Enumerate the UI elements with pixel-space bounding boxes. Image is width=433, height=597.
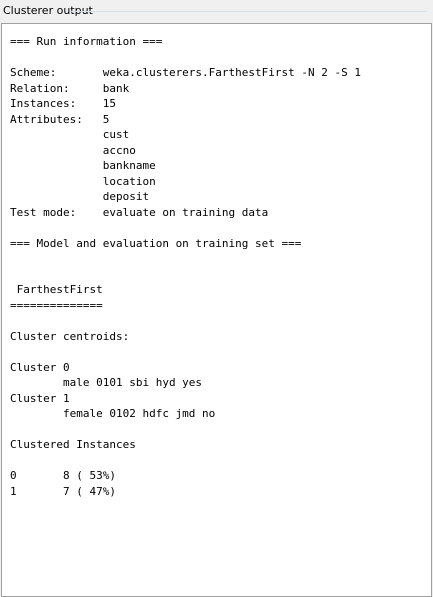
output-line: ============== [10, 298, 103, 312]
output-line: bankname [10, 159, 156, 172]
output-line: Cluster 1 [10, 391, 70, 405]
panel-border-line [70, 11, 427, 12]
output-line: Cluster 0 [10, 360, 70, 374]
output-line: Instances: 15 [10, 97, 116, 110]
output-line: Clustered Instances [10, 438, 136, 451]
output-line: cust [10, 128, 130, 141]
output-line: location [10, 174, 156, 188]
output-line: accno [10, 143, 136, 157]
output-line: female 0102 hdfc jmd no [10, 407, 216, 420]
clusterer-output-panel: Clusterer output === Run information ===… [0, 0, 433, 597]
clusterer-output-textarea[interactable]: === Run information === Scheme: weka.clu… [1, 23, 432, 597]
output-line: === Model and evaluation on training set… [10, 236, 302, 250]
output-line: Test mode: evaluate on training data [10, 205, 269, 219]
output-line: 1 7 ( 47%) [10, 484, 116, 498]
output-line: Attributes: 5 [10, 112, 110, 126]
output-line: Scheme: weka.clusterers.FarthestFirst -N… [10, 66, 361, 79]
output-line: Cluster centroids: [10, 329, 130, 343]
output-line: deposit [10, 190, 150, 203]
output-line: male 0101 sbi hyd yes [10, 376, 203, 389]
output-line: === Run information === [10, 35, 163, 48]
output-text: === Run information === Scheme: weka.clu… [10, 34, 361, 499]
output-line: Relation: bank [10, 81, 130, 95]
output-line: 0 8 ( 53%) [10, 469, 116, 482]
output-line: FarthestFirst [10, 283, 103, 296]
